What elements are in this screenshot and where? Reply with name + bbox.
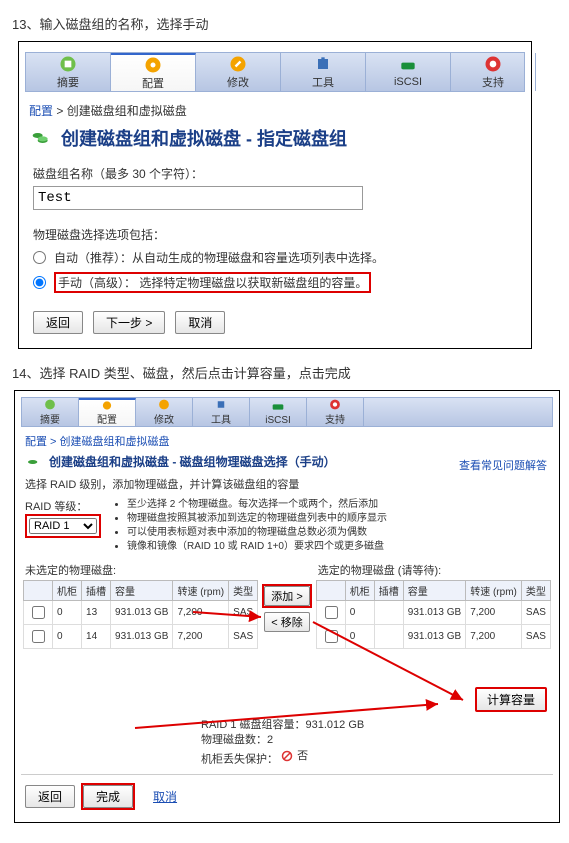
back-button-2[interactable]: 返回	[25, 785, 75, 808]
support-icon	[326, 398, 344, 411]
modify-icon	[155, 398, 173, 411]
gear-icon	[141, 55, 165, 75]
radio-manual[interactable]	[33, 276, 46, 289]
no-icon	[281, 750, 293, 762]
row-checkbox[interactable]	[325, 606, 338, 619]
modify-icon	[226, 54, 250, 74]
tab2-support[interactable]: 支持	[307, 398, 364, 426]
summary-icon	[56, 54, 80, 74]
tab-summary[interactable]: 摘要	[26, 53, 111, 91]
tab-configure[interactable]: 配置	[111, 53, 196, 91]
main-tabbar: 摘要 配置 修改 工具 iSCSI	[25, 52, 525, 92]
remove-button[interactable]: < 移除	[264, 612, 309, 632]
main-tabbar-2: 摘要 配置 修改 工具 iSCSI 支持	[21, 397, 553, 427]
tab-support[interactable]: 支持	[451, 53, 536, 91]
name-label: 磁盘组名称（最多 30 个字符）：	[33, 165, 517, 182]
tab2-iscsi[interactable]: iSCSI	[250, 398, 307, 426]
row-checkbox[interactable]	[32, 630, 45, 643]
iscsi-icon	[269, 399, 287, 415]
tools-icon	[311, 54, 335, 74]
add-button[interactable]: 添加 >	[264, 586, 309, 606]
gear-icon	[98, 400, 116, 411]
diskgroup-name-input[interactable]	[33, 186, 363, 210]
raid-label: RAID 等级：	[25, 498, 101, 514]
breadcrumb-2: 配置 > 创建磁盘组和虚拟磁盘	[25, 433, 549, 449]
screenshot-panel-1: 摘要 配置 修改 工具 iSCSI	[18, 41, 532, 349]
selected-caption: 选定的物理磁盘 (请等待):	[318, 562, 551, 578]
finish-button[interactable]: 完成	[83, 785, 133, 808]
row-checkbox[interactable]	[325, 630, 338, 643]
faq-link[interactable]: 查看常见问题解答	[459, 457, 547, 473]
summary-icon	[41, 398, 59, 411]
breadcrumb: 配置 > 创建磁盘组和虚拟磁盘	[29, 102, 521, 119]
table-row[interactable]: 013931.013 GB7,200SAS	[24, 601, 258, 625]
radio-auto[interactable]	[33, 251, 46, 264]
table-row[interactable]: 0931.013 GB7,200SAS	[316, 601, 550, 625]
diskgroup-icon	[29, 128, 53, 148]
back-button[interactable]: 返回	[33, 311, 83, 334]
page-title: 创建磁盘组和虚拟磁盘 - 指定磁盘组	[61, 125, 347, 151]
capacity-summary: RAID 1 磁盘组容量：931.012 GB 物理磁盘数：2 机柜丢失保护： …	[201, 718, 547, 768]
tab2-configure[interactable]: 配置	[79, 398, 136, 426]
calc-capacity-button[interactable]: 计算容量	[475, 687, 547, 712]
table-row[interactable]: 0931.013 GB7,200SAS	[316, 625, 550, 649]
manual-highlight: 手动（高级）： 选择特定物理磁盘以获取新磁盘组的容量。	[54, 272, 371, 293]
unselected-caption: 未选定的物理磁盘:	[25, 562, 258, 578]
table-row[interactable]: 014931.013 GB7,200SAS	[24, 625, 258, 649]
next-button[interactable]: 下一步 >	[93, 311, 165, 334]
selected-table[interactable]: 机柜插槽容量转速 (rpm)类型0931.013 GB7,200SAS0931.…	[316, 580, 551, 649]
options-label: 物理磁盘选择选项包括：	[33, 226, 517, 243]
diskgroup-icon	[25, 454, 43, 470]
support-icon	[481, 54, 505, 74]
page-title-2: 创建磁盘组和虚拟磁盘 - 磁盘组物理磁盘选择（手动）	[49, 453, 336, 470]
tab2-summary[interactable]: 摘要	[22, 398, 79, 426]
tab-tools[interactable]: 工具	[281, 53, 366, 91]
sub-instruction: 选择 RAID 级别，添加物理磁盘，并计算该磁盘组的容量	[25, 476, 549, 492]
tab2-modify[interactable]: 修改	[136, 398, 193, 426]
tools-icon	[212, 398, 230, 411]
tab-iscsi[interactable]: iSCSI	[366, 53, 451, 91]
tab2-tools[interactable]: 工具	[193, 398, 250, 426]
option-auto[interactable]: 自动（推荐）：从自动生成的物理磁盘和容量选项列表中选择。	[33, 249, 517, 266]
cancel-button[interactable]: 取消	[175, 311, 225, 334]
unselected-table[interactable]: 机柜插槽容量转速 (rpm)类型013931.013 GB7,200SAS014…	[23, 580, 258, 649]
cancel-link[interactable]: 取消	[141, 786, 189, 807]
step-14-label: 14、选择 RAID 类型、磁盘，然后点击计算容量，点击完成	[12, 363, 557, 382]
breadcrumb-root[interactable]: 配置	[29, 104, 53, 118]
raid-hints: 至少选择 2 个物理磁盘。每次选择一个或两个，然后添加物理磁盘按照其被添加到选定…	[111, 498, 387, 554]
tab-modify[interactable]: 修改	[196, 53, 281, 91]
option-manual[interactable]: 手动（高级）： 选择特定物理磁盘以获取新磁盘组的容量。	[33, 272, 517, 293]
raid-select[interactable]: RAID 0RAID 1RAID 5RAID 6RAID 10	[29, 518, 97, 534]
iscsi-icon	[396, 56, 420, 76]
row-checkbox[interactable]	[32, 606, 45, 619]
screenshot-panel-2: 摘要 配置 修改 工具 iSCSI 支持 配置 > 创建磁盘组和虚拟磁盘 查看常…	[14, 390, 560, 823]
step-13-label: 13、输入磁盘组的名称，选择手动	[12, 14, 557, 33]
